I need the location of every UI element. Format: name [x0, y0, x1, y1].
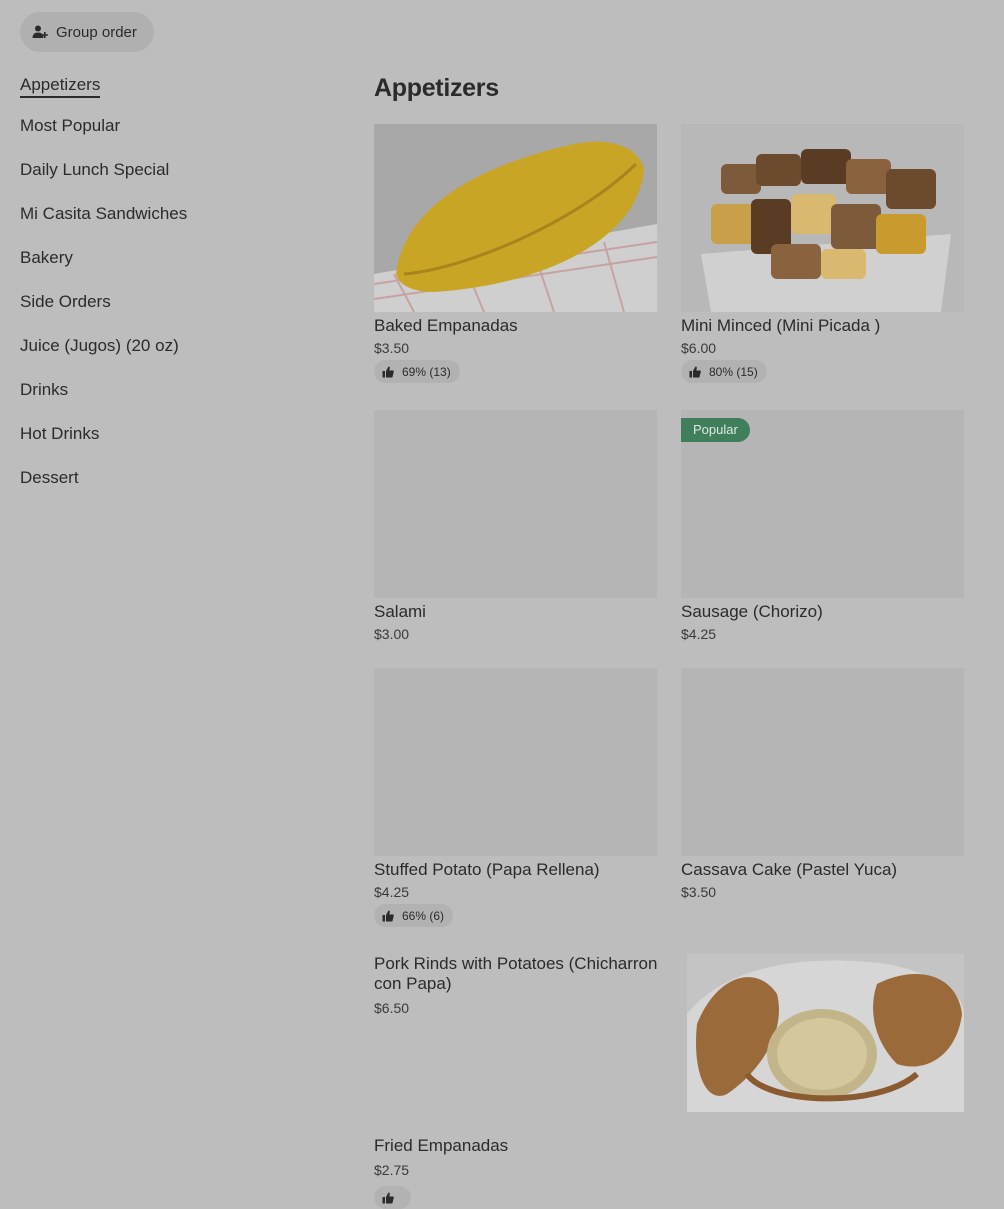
- item-price: $3.50: [681, 884, 717, 900]
- rating-badge: 66% (6): [374, 904, 454, 927]
- menu-item-card[interactable]: Baked Empanadas $3.50 69% (13): [374, 124, 657, 383]
- item-name: Cassava Cake (Pastel Yuca): [681, 860, 898, 879]
- item-image-pork-rinds: [687, 954, 964, 1112]
- thumbs-up-icon: [382, 1192, 394, 1204]
- thumbs-up-icon: [382, 366, 394, 378]
- item-image-placeholder: [374, 668, 657, 856]
- item-price: $3.50: [374, 340, 410, 356]
- add-person-icon: [32, 24, 48, 40]
- item-image-baked-empanadas: [374, 124, 657, 312]
- sidebar-item-label: Appetizers: [20, 75, 101, 98]
- item-name: Salami: [374, 602, 426, 621]
- sidebar-item-hot-drinks[interactable]: Hot Drinks: [20, 412, 320, 456]
- category-sidebar: Appetizers Most Popular Daily Lunch Spec…: [20, 72, 320, 500]
- item-name: Fried Empanadas: [374, 1136, 509, 1155]
- rating-text: 80% (15): [709, 364, 758, 379]
- item-image-placeholder: [374, 410, 657, 598]
- menu-item-card[interactable]: Cassava Cake (Pastel Yuca) $3.50: [681, 668, 964, 901]
- rating-badge: 80% (15): [681, 360, 767, 383]
- sidebar-item-juice[interactable]: Juice (Jugos) (20 oz): [20, 324, 320, 368]
- sidebar-item-drinks[interactable]: Drinks: [20, 368, 320, 412]
- sidebar-item-side-orders[interactable]: Side Orders: [20, 280, 320, 324]
- menu-item-row[interactable]: Fried Empanadas $2.75: [374, 1136, 964, 1209]
- item-name: Stuffed Potato (Papa Rellena): [374, 860, 600, 879]
- sidebar-item-appetizers[interactable]: Appetizers: [20, 72, 320, 104]
- section-title: Appetizers: [374, 74, 499, 102]
- item-price: $6.00: [681, 340, 717, 356]
- group-order-label: Group order: [56, 23, 137, 41]
- menu-item-card[interactable]: Popular Sausage (Chorizo) $4.25: [681, 410, 964, 643]
- sidebar-item-daily-lunch-special[interactable]: Daily Lunch Special: [20, 148, 320, 192]
- item-name: Baked Empanadas: [374, 316, 518, 335]
- menu-item-card[interactable]: Stuffed Potato (Papa Rellena) $4.25 66% …: [374, 668, 657, 927]
- item-name: Sausage (Chorizo): [681, 602, 823, 621]
- thumbs-up-icon: [689, 366, 701, 378]
- item-name: Mini Minced (Mini Picada ): [681, 316, 881, 335]
- sidebar-item-most-popular[interactable]: Most Popular: [20, 104, 320, 148]
- popular-badge: Popular: [681, 418, 750, 442]
- sidebar-item-bakery[interactable]: Bakery: [20, 236, 320, 280]
- item-image-mini-minced: [681, 124, 964, 312]
- menu-item-card[interactable]: Salami $3.00: [374, 410, 657, 643]
- item-price: $3.00: [374, 626, 410, 642]
- rating-badge: [374, 1186, 411, 1209]
- item-image-placeholder: [681, 668, 964, 856]
- item-price: $4.25: [681, 626, 717, 642]
- group-order-button[interactable]: Group order: [20, 12, 154, 52]
- menu-item-card[interactable]: Mini Minced (Mini Picada ) $6.00 80% (15…: [681, 124, 964, 383]
- rating-text: 69% (13): [402, 364, 451, 379]
- item-image-placeholder: Popular: [681, 410, 964, 598]
- item-name: Pork Rinds with Potatoes (Chicharron con…: [374, 954, 658, 993]
- sidebar-item-mi-casita-sandwiches[interactable]: Mi Casita Sandwiches: [20, 192, 320, 236]
- rating-text: 66% (6): [402, 908, 445, 923]
- sidebar-item-dessert[interactable]: Dessert: [20, 456, 320, 500]
- rating-badge: 69% (13): [374, 360, 460, 383]
- item-price: $4.25: [374, 884, 410, 900]
- menu-item-row[interactable]: Pork Rinds with Potatoes (Chicharron con…: [374, 954, 964, 1114]
- item-price: $2.75: [374, 1162, 410, 1178]
- thumbs-up-icon: [382, 910, 394, 922]
